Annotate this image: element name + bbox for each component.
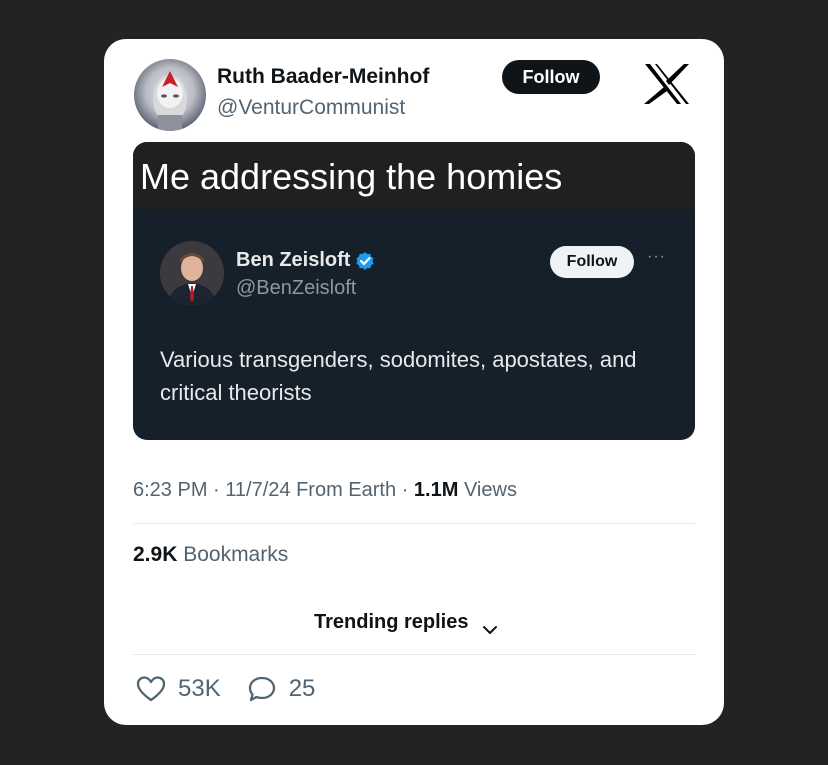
tweet-card: Ruth Baader-Meinhof @VenturCommunist Fol… [104,39,724,725]
author-avatar[interactable] [134,59,206,131]
meme-caption: Me addressing the homies [140,156,563,197]
quoted-post-text: Various transgenders, sodomites, apostat… [160,347,637,405]
heart-icon [136,676,166,702]
x-logo-icon[interactable] [644,63,690,105]
divider [133,523,695,524]
quoted-author-name: Ben Zeisloft [236,249,375,272]
bookmarks-count: 2.9K [133,543,178,566]
follow-button[interactable]: Follow [502,60,600,94]
like-button[interactable]: 53K [136,675,221,703]
quoted-follow-button: Follow [550,246,634,278]
action-bar: 53K 25 [136,675,341,703]
quoted-author-handle: @BenZeisloft [236,277,357,299]
views-count: 1.1M [413,479,459,501]
media-image[interactable]: Me addressing the homies Ben Zeisloft @B… [133,142,695,440]
meta-separator: · [401,479,409,501]
views-label: Views [463,479,517,501]
avatar-image [153,71,187,131]
quoted-author-name-text: Ben Zeisloft [236,249,351,271]
trending-replies-label: Trending replies [314,611,469,633]
trending-replies-dropdown[interactable]: Trending replies [314,611,498,634]
chevron-down-icon [482,618,498,634]
reply-button[interactable]: 25 [247,675,316,703]
bookmarks-stat[interactable]: 2.9K Bookmarks [133,543,288,567]
author-handle[interactable]: @VenturCommunist [217,96,405,120]
meta-separator: · [213,479,220,501]
author-name[interactable]: Ruth Baader-Meinhof [217,65,429,89]
post-meta: 6:23 PM · 11/7/24 From Earth · 1.1M View… [133,479,517,502]
more-icon: ··· [647,248,666,265]
verified-badge-icon [355,251,375,271]
reply-icon [248,676,275,702]
bookmarks-label: Bookmarks [183,543,289,566]
quoted-avatar [160,241,224,305]
post-time[interactable]: 6:23 PM [133,479,207,501]
divider [133,654,695,655]
like-count: 53K [178,675,221,702]
post-location: From Earth [296,479,397,501]
post-date[interactable]: 11/7/24 [225,479,290,501]
reply-count: 25 [288,675,316,702]
